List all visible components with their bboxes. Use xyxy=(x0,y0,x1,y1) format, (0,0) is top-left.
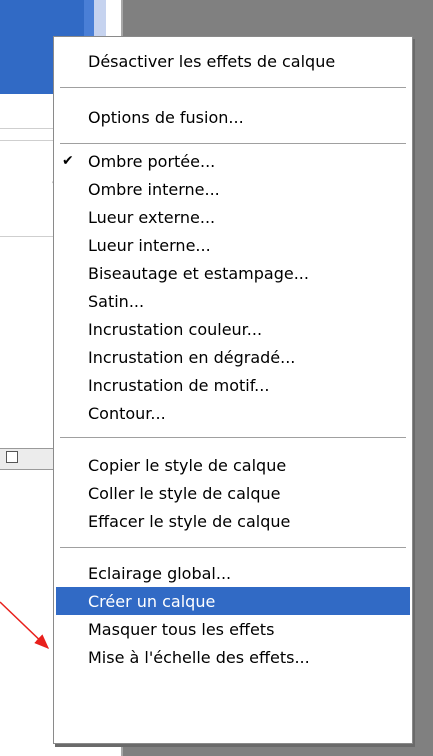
menu-item-color-overlay[interactable]: Incrustation couleur... xyxy=(56,315,410,343)
menu-item-label: Coller le style de calque xyxy=(88,483,281,503)
menu-item-outer-glow[interactable]: Lueur externe... xyxy=(56,203,410,231)
menu-item-hide-all-effects[interactable]: Masquer tous les effets xyxy=(56,615,410,643)
menu-separator xyxy=(60,547,406,549)
layer-style-context-menu: Désactiver les effets de calque Options … xyxy=(53,36,413,744)
menu-separator xyxy=(60,437,406,439)
menu-item-label: Ombre interne... xyxy=(88,179,220,199)
menu-item-gradient-overlay[interactable]: Incrustation en dégradé... xyxy=(56,343,410,371)
menu-item-label: Incrustation couleur... xyxy=(88,319,263,339)
menu-separator xyxy=(60,143,406,145)
menu-item-drop-shadow[interactable]: ✔ Ombre portée... xyxy=(56,147,410,175)
menu-item-global-light[interactable]: Eclairage global... xyxy=(56,559,410,587)
menu-item-satin[interactable]: Satin... xyxy=(56,287,410,315)
menu-item-create-layer[interactable]: Créer un calque xyxy=(56,587,410,615)
menu-item-copy-layer-style[interactable]: Copier le style de calque xyxy=(56,451,410,479)
menu-item-clear-layer-style[interactable]: Effacer le style de calque xyxy=(56,507,410,535)
menu-item-label: Incrustation en dégradé... xyxy=(88,347,296,367)
menu-item-label: Incrustation de motif... xyxy=(88,375,270,395)
menu-item-label: Eclairage global... xyxy=(88,563,232,583)
menu-item-label: Ombre portée... xyxy=(88,151,216,171)
menu-item-scale-effects[interactable]: Mise à l'échelle des effets... xyxy=(56,643,410,671)
menu-item-label: Masquer tous les effets xyxy=(88,619,275,639)
menu-item-label: Options de fusion... xyxy=(88,107,244,127)
menu-item-label: Créer un calque xyxy=(88,591,216,611)
menu-item-disable-layer-effects[interactable]: Désactiver les effets de calque xyxy=(56,47,410,75)
menu-item-bevel-emboss[interactable]: Biseautage et estampage... xyxy=(56,259,410,287)
checkmark-icon: ✔ xyxy=(62,153,74,169)
menu-item-inner-glow[interactable]: Lueur interne... xyxy=(56,231,410,259)
menu-item-label: Mise à l'échelle des effets... xyxy=(88,647,310,667)
menu-item-label: Contour... xyxy=(88,403,166,423)
menu-item-label: Désactiver les effets de calque xyxy=(88,51,336,71)
menu-item-inner-shadow[interactable]: Ombre interne... xyxy=(56,175,410,203)
new-layer-icon[interactable] xyxy=(6,451,18,463)
menu-item-pattern-overlay[interactable]: Incrustation de motif... xyxy=(56,371,410,399)
menu-item-label: Lueur externe... xyxy=(88,207,216,227)
menu-item-blending-options[interactable]: Options de fusion... xyxy=(56,103,410,131)
menu-item-stroke[interactable]: Contour... xyxy=(56,399,410,427)
menu-item-label: Satin... xyxy=(88,291,145,311)
menu-separator xyxy=(60,87,406,89)
menu-item-label: Copier le style de calque xyxy=(88,455,287,475)
menu-item-paste-layer-style[interactable]: Coller le style de calque xyxy=(56,479,410,507)
menu-item-label: Effacer le style de calque xyxy=(88,511,291,531)
menu-item-label: Lueur interne... xyxy=(88,235,211,255)
menu-item-label: Biseautage et estampage... xyxy=(88,263,309,283)
